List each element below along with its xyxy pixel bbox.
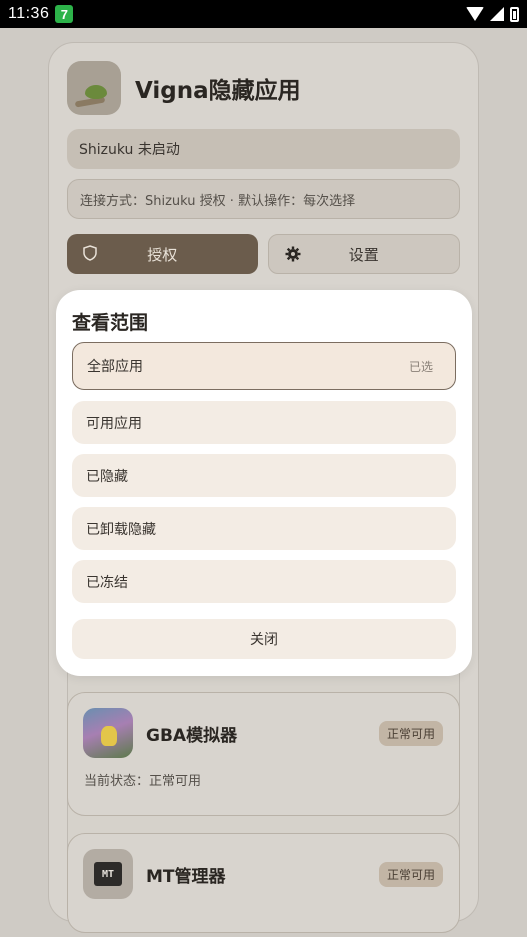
action-buttons: 授权 设置 xyxy=(67,234,460,274)
option-label: 已隐藏 xyxy=(86,468,128,485)
connection-info: 连接方式：Shizuku 授权 · 默认操作：每次选择 xyxy=(67,179,460,219)
dialog-title: 查看范围 xyxy=(72,312,149,334)
shizuku-status: Shizuku 未启动 xyxy=(67,129,460,169)
option-label: 已冻结 xyxy=(86,574,128,591)
wifi-icon xyxy=(466,7,484,21)
app-title: Vigna隐藏应用 xyxy=(135,78,301,104)
app-list-item[interactable]: MT MT管理器 正常可用 xyxy=(67,833,460,933)
option-available-apps[interactable]: 可用应用 xyxy=(72,401,456,444)
app-header: Vigna隐藏应用 xyxy=(67,61,301,115)
mt-manager-icon: MT xyxy=(83,849,133,899)
option-hidden[interactable]: 已隐藏 xyxy=(72,454,456,497)
view-scope-dialog: 查看范围 全部应用 已选 可用应用 已隐藏 已卸载隐藏 已冻结 关闭 xyxy=(56,290,472,676)
cellular-signal-icon xyxy=(490,7,504,21)
battery-icon xyxy=(510,6,519,22)
settings-label: 设置 xyxy=(348,245,379,264)
settings-button[interactable]: 设置 xyxy=(267,234,460,274)
shield-icon xyxy=(83,245,97,265)
option-all-apps[interactable]: 全部应用 已选 xyxy=(72,342,456,390)
authorize-label: 授权 xyxy=(147,245,178,264)
notification-icon: 7 xyxy=(55,5,74,23)
status-time: 11:36 xyxy=(8,5,50,22)
status-bar: 11:36 7 xyxy=(0,0,527,28)
option-frozen[interactable]: 已冻结 xyxy=(72,560,456,603)
option-label: 可用应用 xyxy=(86,415,142,432)
status-badge: 正常可用 xyxy=(378,721,443,746)
close-button[interactable]: 关闭 xyxy=(72,619,456,659)
app-state: 当前状态：正常可用 xyxy=(84,774,202,789)
option-uninstalled-hidden[interactable]: 已卸载隐藏 xyxy=(72,507,456,550)
option-label: 全部应用 xyxy=(87,359,143,375)
selected-tag: 已选 xyxy=(408,359,433,374)
option-label: 已卸载隐藏 xyxy=(86,521,156,538)
authorize-button[interactable]: 授权 xyxy=(67,234,258,274)
status-icons xyxy=(466,6,519,22)
app-name: GBA模拟器 xyxy=(146,726,238,746)
app-logo-icon xyxy=(67,61,121,115)
status-badge: 正常可用 xyxy=(378,862,443,887)
gba-emulator-icon xyxy=(83,708,133,758)
app-list-item[interactable]: GBA模拟器 正常可用 当前状态：正常可用 xyxy=(67,692,460,816)
gear-icon xyxy=(285,246,301,266)
app-name: MT管理器 xyxy=(146,867,226,887)
